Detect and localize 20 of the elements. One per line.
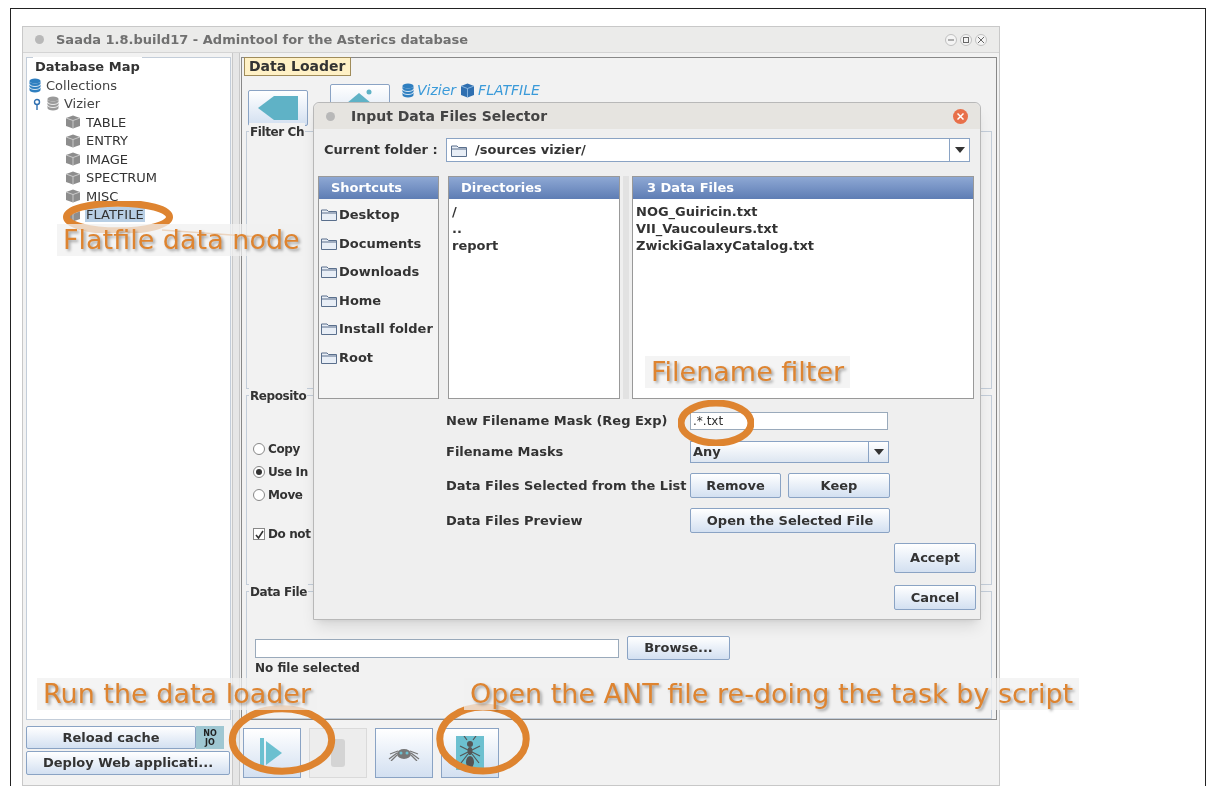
radio-label: Use In (268, 464, 308, 481)
annotation-label: Open the ANT file re-doing the task by script (464, 678, 1080, 710)
list-header: Shortcuts (319, 177, 438, 199)
list-header: 3 Data Files (633, 177, 973, 199)
window-title: Saada 1.8.build17 - Admintool for the Asterics database (56, 30, 469, 49)
annotation-label: Filename filter (645, 356, 851, 388)
field-label: Filename Masks (446, 443, 565, 462)
field-label: Data Files Selected from the List (446, 476, 688, 495)
status-text: No file selected (255, 661, 360, 675)
checkbox-label: Do not (268, 526, 311, 543)
section-title: Reposito (249, 387, 308, 405)
current-folder-label: Current folder : (324, 141, 439, 160)
panel-title: Database Map (33, 57, 142, 77)
list-header: Directories (449, 177, 619, 199)
status-badge: NO JO (196, 726, 224, 749)
radio-label: Move (268, 487, 303, 504)
field-label: Data Files Preview (446, 511, 584, 530)
dialog-title: Input Data Files Selector (351, 106, 548, 126)
radio-label: Copy (268, 441, 300, 458)
field-label: New Filename Mask (Reg Exp) (446, 412, 669, 431)
